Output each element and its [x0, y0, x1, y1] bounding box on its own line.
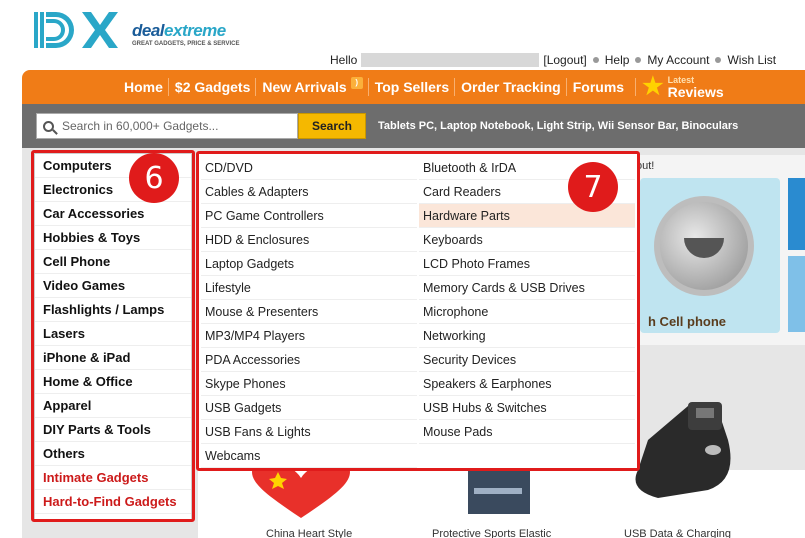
nav-2-dollar-gadgets[interactable]: $2 Gadgets	[167, 70, 256, 104]
rss-icon[interactable]: )	[350, 77, 363, 89]
user-bar: Hello [Logout] Help My Account Wish List	[330, 53, 805, 67]
site-logo[interactable]: dealextreme GREAT GADGETS, PRICE & SERVI…	[34, 10, 239, 50]
star-icon: ★	[642, 73, 664, 100]
search-placeholder: Search in 60,000+ Gadgets...	[62, 119, 219, 133]
nav-new-arrivals-label: New Arrivals	[262, 79, 347, 95]
nav-home[interactable]: Home	[118, 70, 169, 104]
product-caption[interactable]: USB Data & Charging	[624, 528, 731, 538]
help-link[interactable]: Help	[605, 53, 630, 67]
username-redacted	[361, 53, 540, 67]
brand-name: dealextreme	[132, 21, 226, 40]
promo-watch-phone-image[interactable]: h Cell phone	[640, 178, 780, 333]
search-bar: Search in 60,000+ Gadgets... Search Tabl…	[22, 104, 805, 148]
promo-side-banner[interactable]	[788, 178, 805, 250]
dx-logo-mark-icon	[34, 12, 118, 48]
annotation-number-6: 6	[129, 153, 179, 203]
nav-forums[interactable]: Forums	[565, 70, 630, 104]
popular-search-tags[interactable]: Tablets PC, Laptop Notebook, Light Strip…	[378, 120, 738, 132]
hello-text: Hello	[330, 53, 358, 67]
nav-top-sellers[interactable]: Top Sellers	[367, 70, 455, 104]
watch-face-image	[654, 196, 754, 296]
search-icon	[43, 120, 54, 132]
annotation-number-7: 7	[568, 162, 618, 212]
nav-latest-reviews[interactable]: ★ Latest Reviews	[635, 70, 730, 104]
product-caption[interactable]: Protective Sports Elastic	[432, 528, 551, 538]
my-account-link[interactable]: My Account	[647, 53, 709, 67]
reviews-big-label: Reviews	[667, 83, 724, 100]
bullet-icon	[592, 57, 599, 63]
wish-list-link[interactable]: Wish List	[727, 53, 776, 67]
bullet-icon	[715, 57, 722, 63]
nav-order-tracking[interactable]: Order Tracking	[454, 70, 567, 104]
promo-caption: h Cell phone	[648, 314, 726, 329]
main-nav: Home $2 Gadgets New Arrivals ) Top Selle…	[22, 70, 805, 104]
logout-link[interactable]: [Logout]	[543, 53, 586, 67]
promo-side-banner[interactable]	[788, 256, 805, 332]
nav-new-arrivals[interactable]: New Arrivals )	[255, 70, 368, 104]
brand-tagline: GREAT GADGETS, PRICE & SERVICE	[132, 41, 240, 47]
product-caption[interactable]: China Heart Style	[266, 528, 352, 538]
search-button[interactable]: Search	[298, 113, 366, 139]
bullet-icon	[635, 57, 642, 63]
search-input[interactable]: Search in 60,000+ Gadgets...	[36, 113, 298, 139]
annotation-box-sidebar	[31, 150, 195, 522]
